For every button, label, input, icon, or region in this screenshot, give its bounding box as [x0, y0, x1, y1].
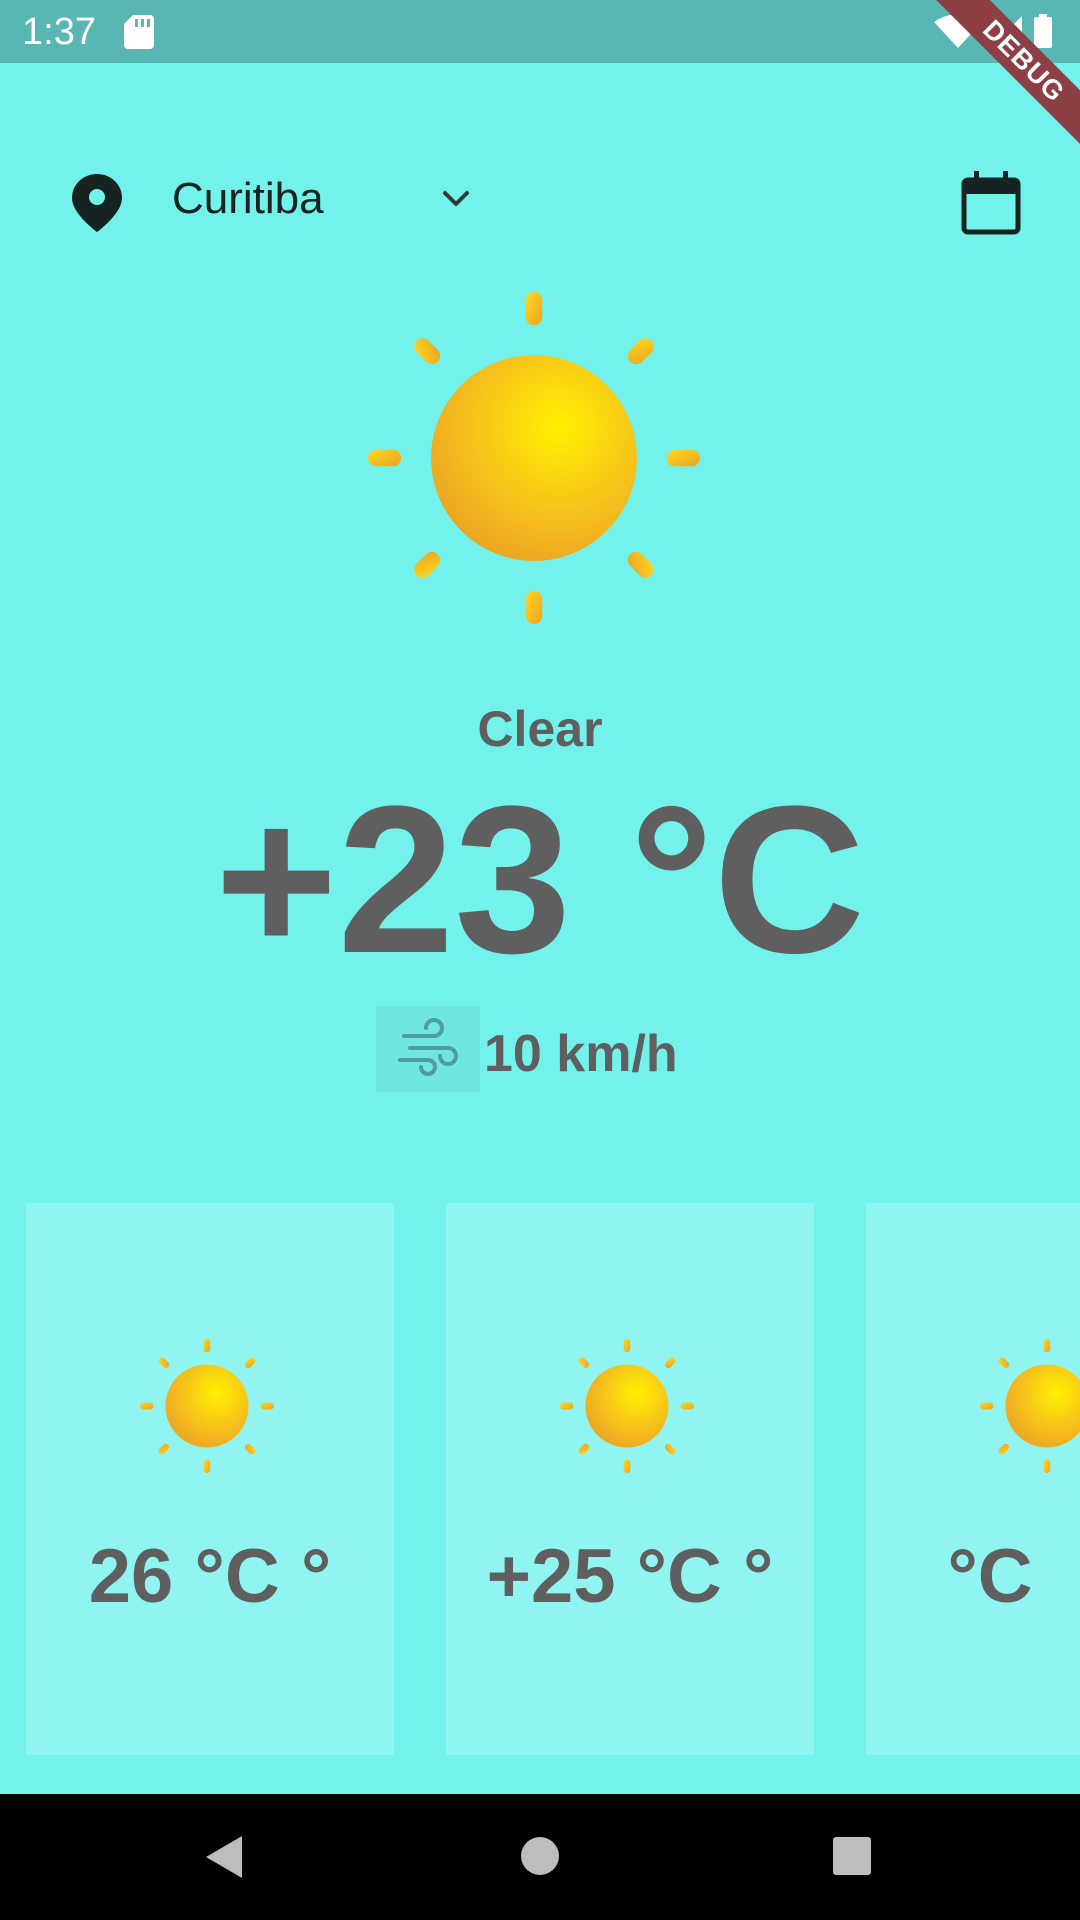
status-bar: 1:37 [0, 0, 1080, 63]
current-temperature: +23 °C [214, 762, 866, 997]
recents-icon[interactable] [832, 1836, 872, 1876]
chevron-down-icon [443, 191, 469, 206]
forecast-temperature: °C [947, 1534, 1033, 1619]
wind-icon [376, 1006, 480, 1092]
cell-signal-icon [990, 16, 1022, 48]
location-pin-icon [72, 174, 122, 232]
wind-speed: 10 km/h [484, 1025, 678, 1083]
home-icon[interactable] [520, 1836, 560, 1876]
forecast-temperature: +25 °C ° [486, 1534, 774, 1619]
sun-icon [140, 1339, 274, 1473]
status-time: 1:37 [22, 11, 96, 53]
navigation-bar [0, 1794, 1080, 1920]
weather-condition: Clear [477, 701, 603, 757]
battery-icon [1034, 14, 1052, 48]
wifi-icon [934, 14, 982, 48]
sd-card-icon [124, 15, 154, 49]
forecast-card[interactable]: 26 °C ° [26, 1203, 394, 1755]
forecast-card[interactable]: +25 °C ° [446, 1203, 814, 1755]
forecast-temperature: 26 °C ° [88, 1534, 332, 1619]
city-name: Curitiba [172, 174, 324, 223]
sun-icon [560, 1339, 694, 1473]
calendar-icon[interactable] [960, 170, 1022, 236]
city-dropdown[interactable]: Curitiba [172, 166, 488, 232]
back-icon[interactable] [204, 1834, 244, 1880]
sun-icon [980, 1339, 1080, 1473]
sun-icon [368, 292, 700, 624]
status-icons [934, 14, 1052, 48]
forecast-card[interactable]: °C [866, 1203, 1080, 1755]
